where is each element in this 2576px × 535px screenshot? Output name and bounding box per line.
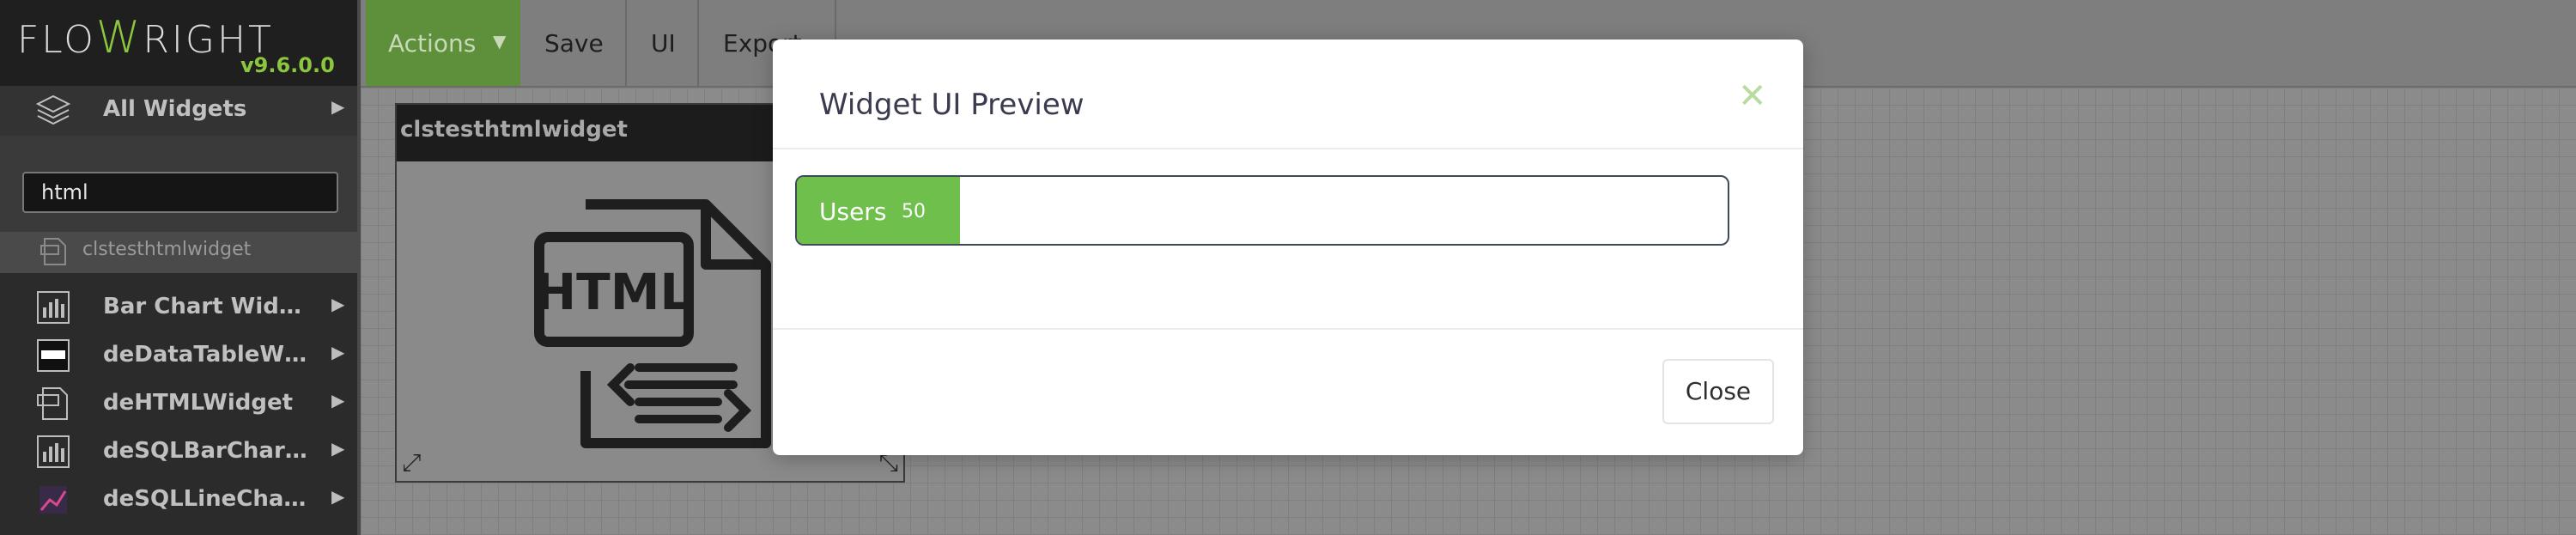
layers-icon — [35, 94, 71, 125]
app-logo: FLOWRIGHT v9.6.0.0 — [0, 0, 357, 86]
caret-down-icon: ▼ — [493, 31, 507, 52]
progress-fill: Users 50 — [797, 177, 960, 244]
html-table-icon — [37, 339, 70, 372]
sidebar-item-label: deSQLBarChart… — [103, 438, 309, 464]
save-button[interactable]: Save — [520, 0, 627, 86]
divider — [773, 148, 1803, 149]
modal-title: Widget UI Preview — [819, 88, 1084, 122]
sidebar-item-label: deSQLLineChart… — [103, 486, 309, 512]
resize-handle-left-icon[interactable]: ⤢ — [402, 448, 421, 477]
sidebar-item-label: deDataTableWid… — [103, 342, 309, 368]
widget-ui-preview-modal: Widget UI Preview ✕ Users 50 Close — [773, 40, 1803, 455]
widget-search-panel: clstesthtmlwidget — [0, 136, 357, 273]
bar-chart-icon — [37, 291, 70, 324]
sidebar-item-de-sql-line-chart[interactable]: deSQLLineChart… ▶ — [0, 476, 357, 524]
divider — [773, 328, 1803, 330]
sidebar-item-label: Bar Chart Widget — [103, 294, 309, 319]
sidebar-item-label: deHTMLWidget — [103, 390, 294, 416]
sidebar-item-bar-chart-widget[interactable]: Bar Chart Widget ▶ — [0, 283, 357, 331]
sidebar-item-de-datatable-widget[interactable]: deDataTableWid… ▶ — [0, 331, 357, 380]
chevron-right-icon: ▶ — [331, 390, 345, 410]
sidebar-item-de-html-widget[interactable]: deHTMLWidget ▶ — [0, 380, 357, 428]
close-button[interactable]: Close — [1662, 359, 1774, 424]
chevron-right-icon: ▶ — [331, 294, 345, 314]
search-result-label: clstesthtmlwidget — [82, 239, 252, 260]
line-chart-icon — [39, 486, 67, 514]
close-icon[interactable]: ✕ — [1738, 79, 1767, 113]
sidebar-item-all-widgets[interactable]: All Widgets ▶ — [0, 86, 357, 136]
html-document-icon: HTML — [534, 199, 771, 448]
sidebar: FLOWRIGHT v9.6.0.0 All Widgets ▶ clstest… — [0, 0, 361, 535]
widget-list: Bar Chart Widget ▶ deDataTableWid… ▶ deH… — [0, 283, 357, 524]
widget-card-title: clstesthtmlwidget — [400, 117, 628, 143]
chevron-right-icon: ▶ — [331, 342, 345, 362]
actions-dropdown[interactable]: Actions ▼ — [366, 0, 520, 86]
users-progress-bar: Users 50 — [795, 175, 1729, 246]
sidebar-item-de-sql-bar-chart[interactable]: deSQLBarChart… ▶ — [0, 428, 357, 476]
logo-text: FLOWRIGHT — [17, 12, 274, 64]
ui-button[interactable]: UI — [627, 0, 699, 86]
html-file-icon — [37, 387, 68, 420]
search-result-item[interactable]: clstesthtmlwidget — [0, 232, 357, 273]
bar-chart-icon — [37, 435, 70, 468]
chevron-right-icon: ▶ — [331, 96, 345, 117]
progress-value: 50 — [902, 201, 926, 222]
widget-search-input[interactable] — [22, 172, 338, 213]
chevron-right-icon: ▶ — [331, 438, 345, 459]
sidebar-item-label: All Widgets — [103, 96, 247, 122]
html-file-icon — [40, 238, 66, 265]
svg-text:HTML: HTML — [535, 263, 692, 321]
progress-label: Users — [819, 198, 887, 226]
chevron-right-icon: ▶ — [331, 486, 345, 507]
version-label: v9.6.0.0 — [240, 53, 335, 77]
